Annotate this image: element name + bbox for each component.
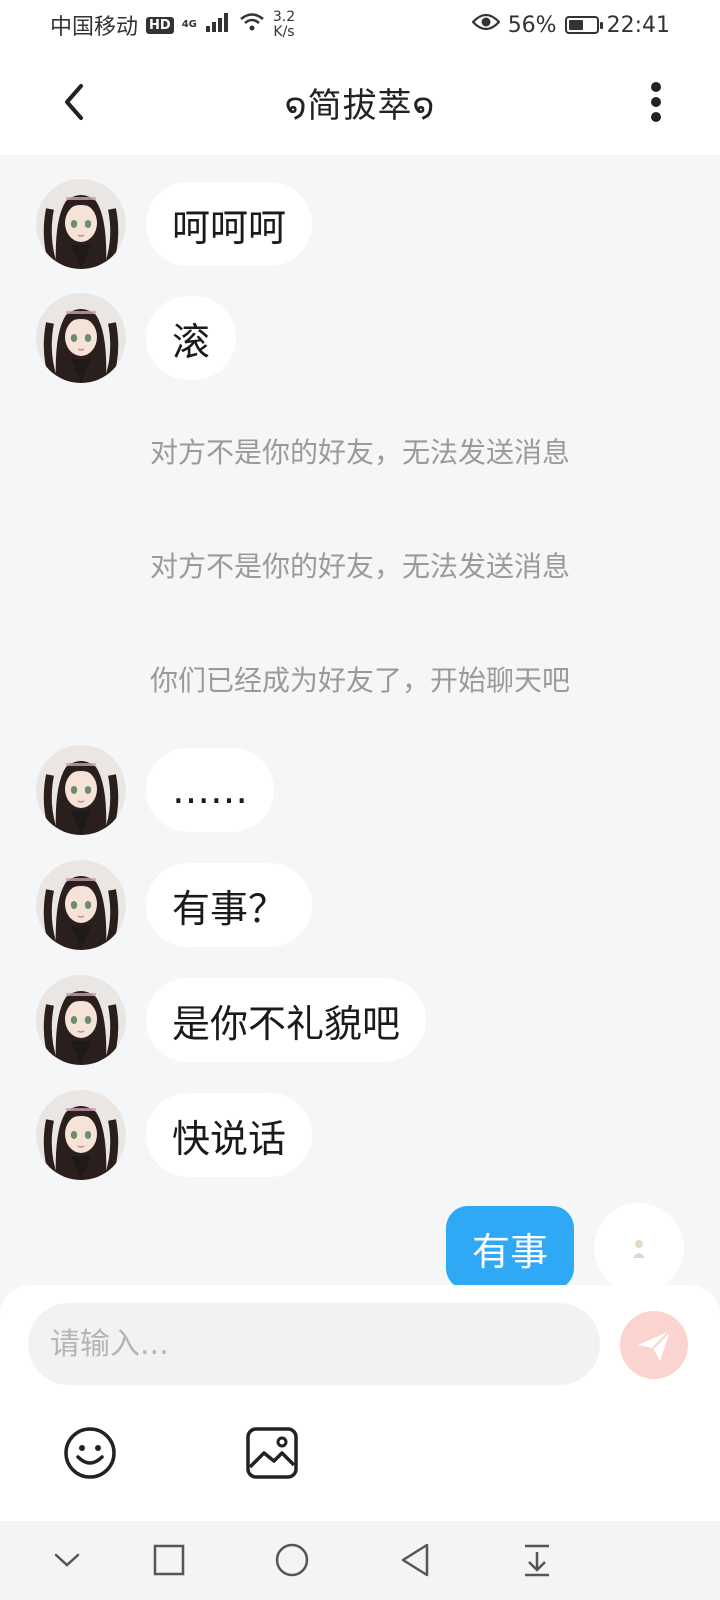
nav-home-button[interactable] <box>271 1539 313 1581</box>
chat-header: ໑简拔萃໑ <box>0 50 720 155</box>
nav-notifications-button[interactable] <box>516 1539 558 1581</box>
carrier-name: 中国移动 <box>50 15 139 40</box>
square-icon <box>153 1544 185 1576</box>
network-speed: 3.2 K/s <box>272 9 296 40</box>
clock: 22:41 <box>606 12 670 38</box>
chat-message-list[interactable]: 呵呵呵 滚 对方不是你的好友，无法发送消息 对方不是你的好友，无法发送消息 你们… <box>0 155 720 1285</box>
wifi-icon <box>239 12 265 38</box>
system-notice: 对方不是你的好友，无法发送消息 <box>149 436 570 469</box>
smiley-icon <box>64 1427 116 1479</box>
signal-icon <box>205 12 231 38</box>
message-bubble[interactable]: …… <box>146 748 274 832</box>
nav-recents-button[interactable] <box>148 1539 190 1581</box>
more-options-button[interactable] <box>632 78 680 126</box>
network-type: 4G <box>181 19 197 30</box>
pull-down-icon <box>525 1544 549 1577</box>
avatar[interactable] <box>36 745 126 835</box>
anime-girl-avatar-icon <box>36 745 126 835</box>
battery-icon <box>564 16 603 34</box>
nav-back-button[interactable] <box>394 1539 436 1581</box>
anime-girl-avatar-icon <box>36 975 126 1065</box>
message-row: 呵呵呵 <box>36 179 313 269</box>
message-bubble[interactable]: 有事？ <box>146 863 313 947</box>
emoji-button[interactable] <box>62 1425 118 1481</box>
input-panel <box>0 1285 720 1521</box>
message-row: 是你不礼貌吧 <box>36 975 427 1065</box>
anime-girl-avatar-icon <box>36 179 126 269</box>
message-row-self: 有事 <box>445 1203 684 1285</box>
message-row: 快说话 <box>36 1090 313 1180</box>
nav-hide-button[interactable] <box>46 1539 88 1581</box>
avatar[interactable] <box>36 1090 126 1180</box>
message-bubble[interactable]: 呵呵呵 <box>146 182 313 266</box>
message-bubble-self[interactable]: 有事 <box>445 1206 574 1285</box>
chat-title: ໑简拔萃໑ <box>284 86 436 126</box>
anime-girl-avatar-icon <box>36 293 126 383</box>
avatar-self[interactable] <box>594 1203 684 1285</box>
send-icon <box>638 1330 671 1361</box>
battery-percent: 56% <box>507 12 557 38</box>
circle-icon <box>275 1543 309 1577</box>
avatar[interactable] <box>36 293 126 383</box>
message-row: 滚 <box>36 293 237 383</box>
avatar[interactable] <box>36 179 126 269</box>
avatar[interactable] <box>36 975 126 1065</box>
chevron-left-icon <box>65 84 83 120</box>
image-icon <box>246 1427 298 1479</box>
triangle-back-icon <box>401 1543 429 1577</box>
system-notice: 对方不是你的好友，无法发送消息 <box>149 550 570 583</box>
hd-badge: HD <box>146 16 174 34</box>
avatar[interactable] <box>36 860 126 950</box>
message-bubble[interactable]: 滚 <box>146 296 237 380</box>
back-button[interactable] <box>50 78 98 126</box>
message-input[interactable] <box>28 1303 600 1385</box>
system-nav-bar <box>0 1521 720 1600</box>
message-bubble[interactable]: 快说话 <box>146 1093 313 1177</box>
anime-girl-avatar-icon <box>36 860 126 950</box>
chevron-down-icon <box>54 1553 80 1567</box>
message-row: 有事？ <box>36 860 313 950</box>
message-row: …… <box>36 745 274 835</box>
anime-girl-avatar-icon <box>36 1090 126 1180</box>
eye-icon <box>471 12 501 38</box>
message-bubble[interactable]: 是你不礼貌吧 <box>146 978 427 1062</box>
image-button[interactable] <box>244 1425 300 1481</box>
system-notice: 你们已经成为好友了，开始聊天吧 <box>149 664 570 697</box>
send-button[interactable] <box>620 1311 688 1379</box>
status-bar: 中国移动 HD 4G 3.2 K/s 56% 22:41 <box>0 0 720 50</box>
more-vertical-icon <box>651 82 661 122</box>
